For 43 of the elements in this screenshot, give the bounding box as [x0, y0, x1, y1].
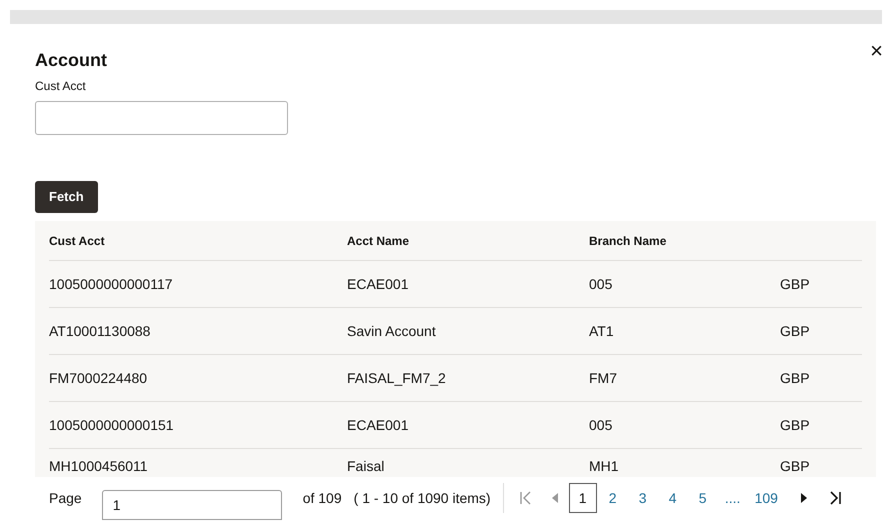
page-link[interactable]: ....: [718, 483, 747, 513]
table-cell: 005: [589, 416, 612, 432]
table-cell: 1005000000000117: [49, 276, 173, 292]
table-cell: ECAE001: [347, 416, 408, 432]
page-link[interactable]: 2: [598, 483, 627, 513]
page-link[interactable]: 4: [658, 483, 687, 513]
items-info: ( 1 - 10 of 1090 items): [354, 488, 491, 508]
table-cell: GBP: [780, 416, 810, 432]
dialog-title: Account: [35, 49, 108, 72]
table-cell: Savin Account: [347, 322, 436, 338]
table-cell: AT1: [589, 322, 614, 338]
table-cell: MH1: [589, 458, 619, 474]
table-cell: FAISAL_FM7_2: [347, 370, 446, 386]
table-cell: GBP: [780, 370, 810, 386]
page-number-field[interactable]: 1: [102, 490, 282, 520]
column-header[interactable]: Acct Name: [347, 234, 410, 248]
table-cell: GBP: [780, 458, 810, 474]
table-cell: FM7000224480: [49, 370, 148, 386]
table-cell: 005: [589, 276, 612, 292]
previous-page-icon[interactable]: [550, 492, 559, 504]
cust-acct-field[interactable]: [35, 101, 288, 135]
last-page-icon[interactable]: [828, 491, 842, 505]
table-cell: AT10001130088: [49, 322, 150, 338]
fetch-button[interactable]: Fetch: [35, 181, 98, 213]
next-page-icon[interactable]: [800, 492, 808, 504]
table-cell: FM7: [589, 370, 617, 386]
table-cell: MH1000456011: [49, 458, 148, 474]
table-cell: GBP: [780, 322, 810, 338]
column-header[interactable]: Branch Name: [589, 234, 666, 248]
table-cell: Faisal: [347, 458, 384, 474]
page-link[interactable]: 5: [688, 483, 717, 513]
field-label: Cust Acct: [35, 78, 87, 94]
close-button[interactable]: ×: [866, 40, 887, 62]
page-link[interactable]: 3: [628, 483, 657, 513]
page-link[interactable]: 109: [748, 483, 784, 513]
page-link[interactable]: 1: [568, 483, 597, 513]
first-page-icon[interactable]: [518, 491, 533, 505]
table-cell: ECAE001: [347, 276, 408, 292]
page-count: of 109: [302, 488, 342, 508]
table-cell: 1005000000000151: [49, 416, 174, 432]
page-label: Page: [49, 488, 82, 508]
table-cell: GBP: [780, 276, 810, 292]
column-header[interactable]: Cust Acct: [49, 234, 105, 248]
